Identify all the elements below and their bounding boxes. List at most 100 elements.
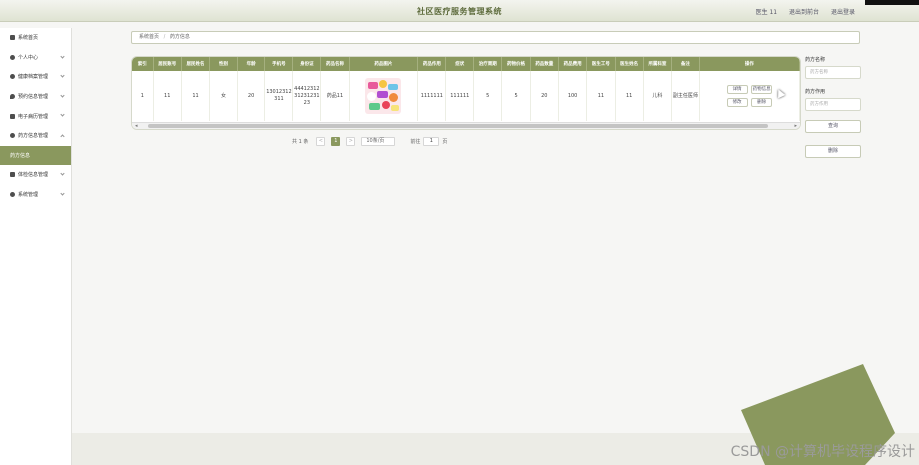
corner-bar [865, 0, 919, 5]
drug-name-label: 药方名称 [805, 57, 826, 63]
cell-price: 5 [501, 71, 531, 121]
user-icon [10, 54, 15, 60]
breadcrumb-current: 药方信息 [169, 34, 190, 40]
sidebar-item-health-records[interactable]: 健康档案管理 [0, 67, 71, 87]
delete-row-button[interactable]: 删除 [751, 98, 773, 107]
sidebar-item-profile[interactable]: 个人中心 [0, 48, 71, 68]
chevron-down-icon [60, 171, 65, 176]
back-to-front-link[interactable]: 退出到前台 [789, 9, 819, 16]
page-size-select[interactable]: 10条/页 [361, 136, 396, 146]
sidebar-item-prescription-info[interactable]: 药方信息 [0, 145, 71, 166]
sidebar-item-checkups[interactable]: 体检信息管理 [0, 165, 71, 185]
breadcrumb-home[interactable]: 系统首页 [139, 34, 159, 40]
search-panel: 药方名称 药方名称 药方作用 药方作用 查询 删除 [805, 56, 863, 170]
scroll-left-icon[interactable]: ◂ [135, 123, 138, 129]
column-header: 居民账号 [153, 57, 182, 71]
cell-account: 11 [153, 71, 182, 121]
document-icon [10, 113, 15, 119]
breadcrumb-separator: / [163, 34, 166, 40]
monitor-icon [10, 172, 15, 178]
horizontal-scrollbar[interactable]: ◂ ▸ [132, 122, 800, 129]
chevron-down-icon [60, 73, 65, 78]
top-header: 社区医疗服务管理系统 医生 11 退出到前台 退出登录 [0, 0, 919, 22]
pagination: 共 1 条 < 1 > 10条/页 前往 1 页 [292, 136, 447, 146]
total-count: 共 1 条 [292, 138, 309, 145]
column-header: 备注 [671, 57, 700, 71]
cell-id-card: 444123123123123123 [292, 71, 322, 121]
cell-quantity: 20 [530, 71, 559, 121]
chevron-down-icon [60, 93, 65, 98]
sidebar-item-label: 系统管理 [18, 192, 39, 199]
cell-age: 20 [237, 71, 266, 121]
sidebar: 系统首页 个人中心 健康档案管理 预约信息管理 电子病历管理 药方信息管理 药方… [0, 28, 72, 465]
column-header: 年龄 [237, 57, 266, 71]
chevron-down-icon [60, 53, 65, 59]
current-user-label: 医生 11 [755, 9, 778, 16]
cell-doctor-no: 11 [586, 71, 616, 121]
next-page-button[interactable]: > [346, 136, 356, 146]
cell-name: 11 [181, 71, 211, 121]
sidebar-item-label: 预约信息管理 [18, 94, 49, 101]
cell-drug-image [349, 71, 419, 121]
detail-button[interactable]: 详情 [726, 85, 748, 94]
cell-phone: 13012312311 [264, 71, 294, 121]
sidebar-item-medical-records[interactable]: 电子病历管理 [0, 106, 71, 126]
drug-image[interactable] [365, 78, 402, 114]
breadcrumb: 系统首页 / 药方信息 [131, 31, 860, 44]
gear-icon [10, 192, 15, 198]
drug-name-input[interactable]: 药方名称 [805, 66, 861, 79]
chevron-down-icon [60, 191, 65, 196]
column-header: 药物价格 [501, 57, 531, 71]
column-header: 药品名称 [320, 57, 350, 71]
goto-label: 前往 [410, 138, 421, 145]
drug-info-button[interactable]: 药物信息 [751, 85, 773, 94]
cell-drug-name: 药品11 [320, 71, 350, 121]
edit-button[interactable]: 修改 [726, 98, 748, 107]
sidebar-item-prescriptions[interactable]: 药方信息管理 [0, 126, 71, 146]
sidebar-item-label: 药方信息管理 [18, 133, 49, 140]
page-1-button[interactable]: 1 [331, 136, 341, 146]
column-header: 药品作用 [417, 57, 447, 71]
scroll-right-icon[interactable]: ▸ [794, 123, 797, 129]
column-header: 性别 [209, 57, 238, 71]
table-row: 1 11 11 女 20 13012312311 444123123123123… [132, 71, 800, 121]
header-links: 医生 11 退出到前台 退出登录 [746, 7, 855, 16]
search-button[interactable]: 查询 [805, 120, 861, 133]
sidebar-item-appointments[interactable]: 预约信息管理 [0, 87, 71, 107]
batch-delete-button[interactable]: 删除 [805, 145, 861, 158]
prev-page-button[interactable]: < [316, 136, 326, 146]
pin-icon [10, 94, 15, 100]
cell-index: 1 [132, 71, 154, 121]
cell-gender: 女 [209, 71, 238, 121]
column-header: 治疗周期 [473, 57, 503, 71]
chevron-down-icon [60, 112, 65, 117]
cell-drug-effect: 1111111 [417, 71, 447, 121]
cell-doctor-name: 11 [615, 71, 644, 121]
cell-cycle: 5 [473, 71, 503, 121]
column-header: 索引 [132, 57, 154, 71]
home-icon [10, 35, 15, 41]
prescription-table: 索引 居民账号 居民姓名 性别 年龄 手机号 身份证 药品名称 药品图片 药品作… [131, 56, 801, 130]
cell-cost: 100 [558, 71, 588, 121]
sidebar-item-label: 健康档案管理 [18, 74, 49, 81]
logout-link[interactable]: 退出登录 [831, 9, 855, 16]
column-header: 医生工号 [586, 57, 616, 71]
sidebar-item-label: 个人中心 [18, 54, 39, 61]
column-header: 药品数量 [530, 57, 559, 71]
sidebar-item-label: 药方信息 [10, 152, 31, 159]
cell-department: 儿科 [643, 71, 673, 121]
column-header: 所属科室 [643, 57, 673, 71]
scroll-thumb[interactable] [148, 124, 768, 128]
drug-effect-input[interactable]: 药方作用 [805, 98, 861, 111]
sidebar-item-home[interactable]: 系统首页 [0, 28, 71, 48]
column-header: 操作 [699, 57, 800, 71]
sidebar-item-system[interactable]: 系统管理 [0, 185, 71, 205]
goto-page-input[interactable]: 1 [423, 136, 440, 146]
user-icon [10, 133, 15, 139]
chevron-up-icon [60, 134, 65, 139]
cell-remark: 副主任医师 [671, 71, 700, 121]
column-header: 医生姓名 [615, 57, 644, 71]
sidebar-item-label: 电子病历管理 [18, 113, 49, 120]
user-icon [10, 74, 15, 80]
sidebar-item-label: 体检信息管理 [18, 172, 49, 179]
